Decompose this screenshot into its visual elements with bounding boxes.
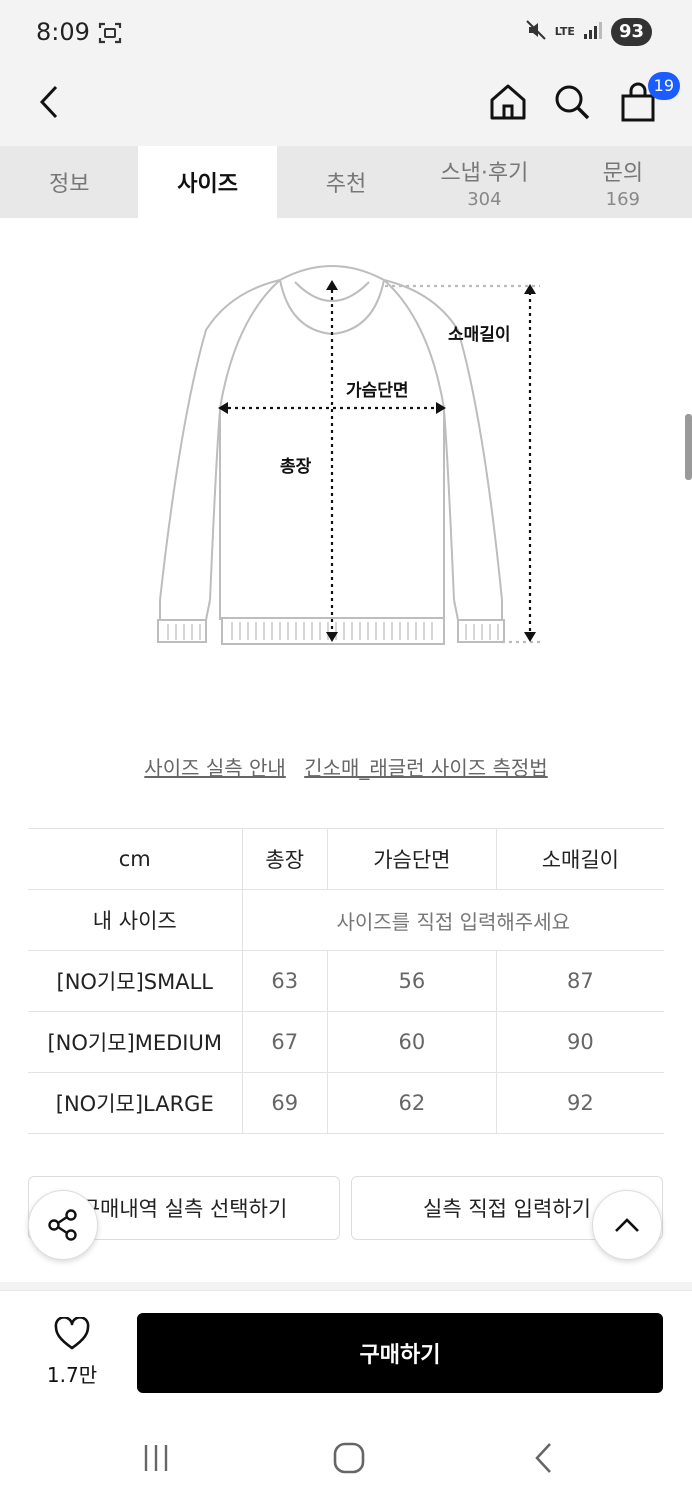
size-name: [NO기모]LARGE (28, 1072, 243, 1134)
size-value: 63 (242, 950, 328, 1012)
tab-recommend[interactable]: 추천 (277, 146, 415, 218)
column-header: 총장 (242, 828, 328, 890)
diagram-label-sleeve: 소매길이 (448, 325, 511, 345)
search-button[interactable] (546, 76, 598, 128)
cart-count-badge: 19 (647, 72, 680, 100)
size-value: 92 (496, 1072, 664, 1134)
status-bar: 8:09 LTE 93 (0, 0, 692, 66)
recent-apps-button[interactable] (136, 1438, 176, 1478)
app-header: 19 (0, 66, 692, 146)
chevron-up-icon (615, 1218, 639, 1232)
measure-method-link[interactable]: 긴소매_래글런 사이즈 측정법 (304, 756, 548, 780)
tab-inquiry[interactable]: 문의 169 (554, 146, 692, 218)
table-header-row: cm 총장 가슴단면 소매길이 (28, 828, 664, 890)
size-value: 90 (496, 1011, 664, 1073)
tab-label: 문의 (602, 160, 644, 186)
heart-icon (54, 1316, 90, 1350)
network-type: LTE (554, 25, 575, 38)
tab-label: 스냅·후기 (440, 160, 529, 186)
status-time: 8:09 (36, 18, 90, 46)
like-button[interactable]: 1.7만 (28, 1316, 116, 1388)
share-button[interactable] (28, 1190, 98, 1260)
recent-apps-icon (144, 1445, 168, 1471)
size-value: 67 (242, 1011, 328, 1073)
size-name: [NO기모]SMALL (28, 950, 243, 1012)
tab-reviews[interactable]: 스냅·후기 304 (415, 146, 553, 218)
size-value: 69 (242, 1072, 328, 1134)
size-guide-links: 사이즈 실측 안내 긴소매_래글런 사이즈 측정법 (0, 752, 692, 781)
tab-count: 169 (605, 188, 640, 210)
back-nav-icon (535, 1443, 551, 1473)
search-icon (555, 85, 590, 120)
tab-size[interactable]: 사이즈 (138, 146, 277, 218)
tab-label: 추천 (325, 172, 367, 197)
status-indicators: LTE 93 (525, 18, 652, 46)
battery-level: 93 (610, 18, 652, 46)
home-button[interactable] (482, 76, 534, 128)
unit-header: cm (28, 828, 243, 890)
size-table: cm 총장 가슴단면 소매길이 내 사이즈 사이즈를 직접 입력해주세요 [NO… (28, 828, 664, 1134)
diagram-label-length: 총장 (280, 457, 312, 477)
screenshot-icon (98, 22, 122, 48)
table-row: [NO기모]SMALL 63 56 87 (28, 950, 664, 1012)
mute-icon (525, 19, 547, 45)
size-value: 87 (496, 950, 664, 1012)
scrollbar-thumb[interactable] (685, 414, 692, 480)
system-nav-bar (0, 1410, 692, 1500)
tab-bar: 정보 사이즈 추천 스냅·후기 304 문의 169 (0, 146, 692, 218)
back-button[interactable] (24, 76, 76, 128)
divider (0, 1282, 692, 1290)
home-icon (490, 84, 526, 120)
tab-label: 정보 (48, 172, 90, 197)
column-header: 소매길이 (496, 828, 664, 890)
button-label: 실측 직접 입력하기 (423, 1197, 591, 1221)
my-size-row[interactable]: 내 사이즈 사이즈를 직접 입력해주세요 (28, 889, 664, 951)
size-diagram: 소매길이 가슴단면 총장 (157, 265, 540, 645)
like-count: 1.7만 (46, 1363, 98, 1387)
size-name: [NO기모]MEDIUM (28, 1011, 243, 1073)
scroll-top-button[interactable] (592, 1190, 662, 1260)
size-value: 56 (327, 950, 497, 1012)
buy-button[interactable]: 구매하기 (137, 1313, 663, 1393)
buy-button-label: 구매하기 (359, 1342, 441, 1367)
share-icon (48, 1209, 77, 1241)
size-value: 60 (327, 1011, 497, 1073)
tab-count: 304 (467, 188, 502, 210)
my-size-input-hint[interactable]: 사이즈를 직접 입력해주세요 (242, 889, 664, 951)
signal-icon (583, 20, 603, 44)
chevron-left-icon (39, 85, 58, 119)
tab-label: 사이즈 (177, 172, 238, 197)
cart-button[interactable]: 19 (612, 72, 680, 128)
back-nav-button[interactable] (524, 1438, 564, 1478)
table-row: [NO기모]LARGE 69 62 92 (28, 1072, 664, 1134)
button-label: 구매내역 실측 선택하기 (80, 1197, 288, 1221)
size-value: 62 (327, 1072, 497, 1134)
sweater-outline (157, 265, 505, 645)
my-size-label: 내 사이즈 (28, 889, 243, 951)
home-nav-icon (333, 1442, 365, 1474)
table-row: [NO기모]MEDIUM 67 60 90 (28, 1011, 664, 1073)
purchase-bar: 1.7만 구매하기 (0, 1290, 692, 1410)
tab-info[interactable]: 정보 (0, 146, 138, 218)
diagram-label-chest: 가슴단면 (346, 381, 409, 401)
home-nav-button[interactable] (329, 1438, 369, 1478)
column-header: 가슴단면 (327, 828, 497, 890)
size-measure-guide-link[interactable]: 사이즈 실측 안내 (144, 756, 286, 780)
